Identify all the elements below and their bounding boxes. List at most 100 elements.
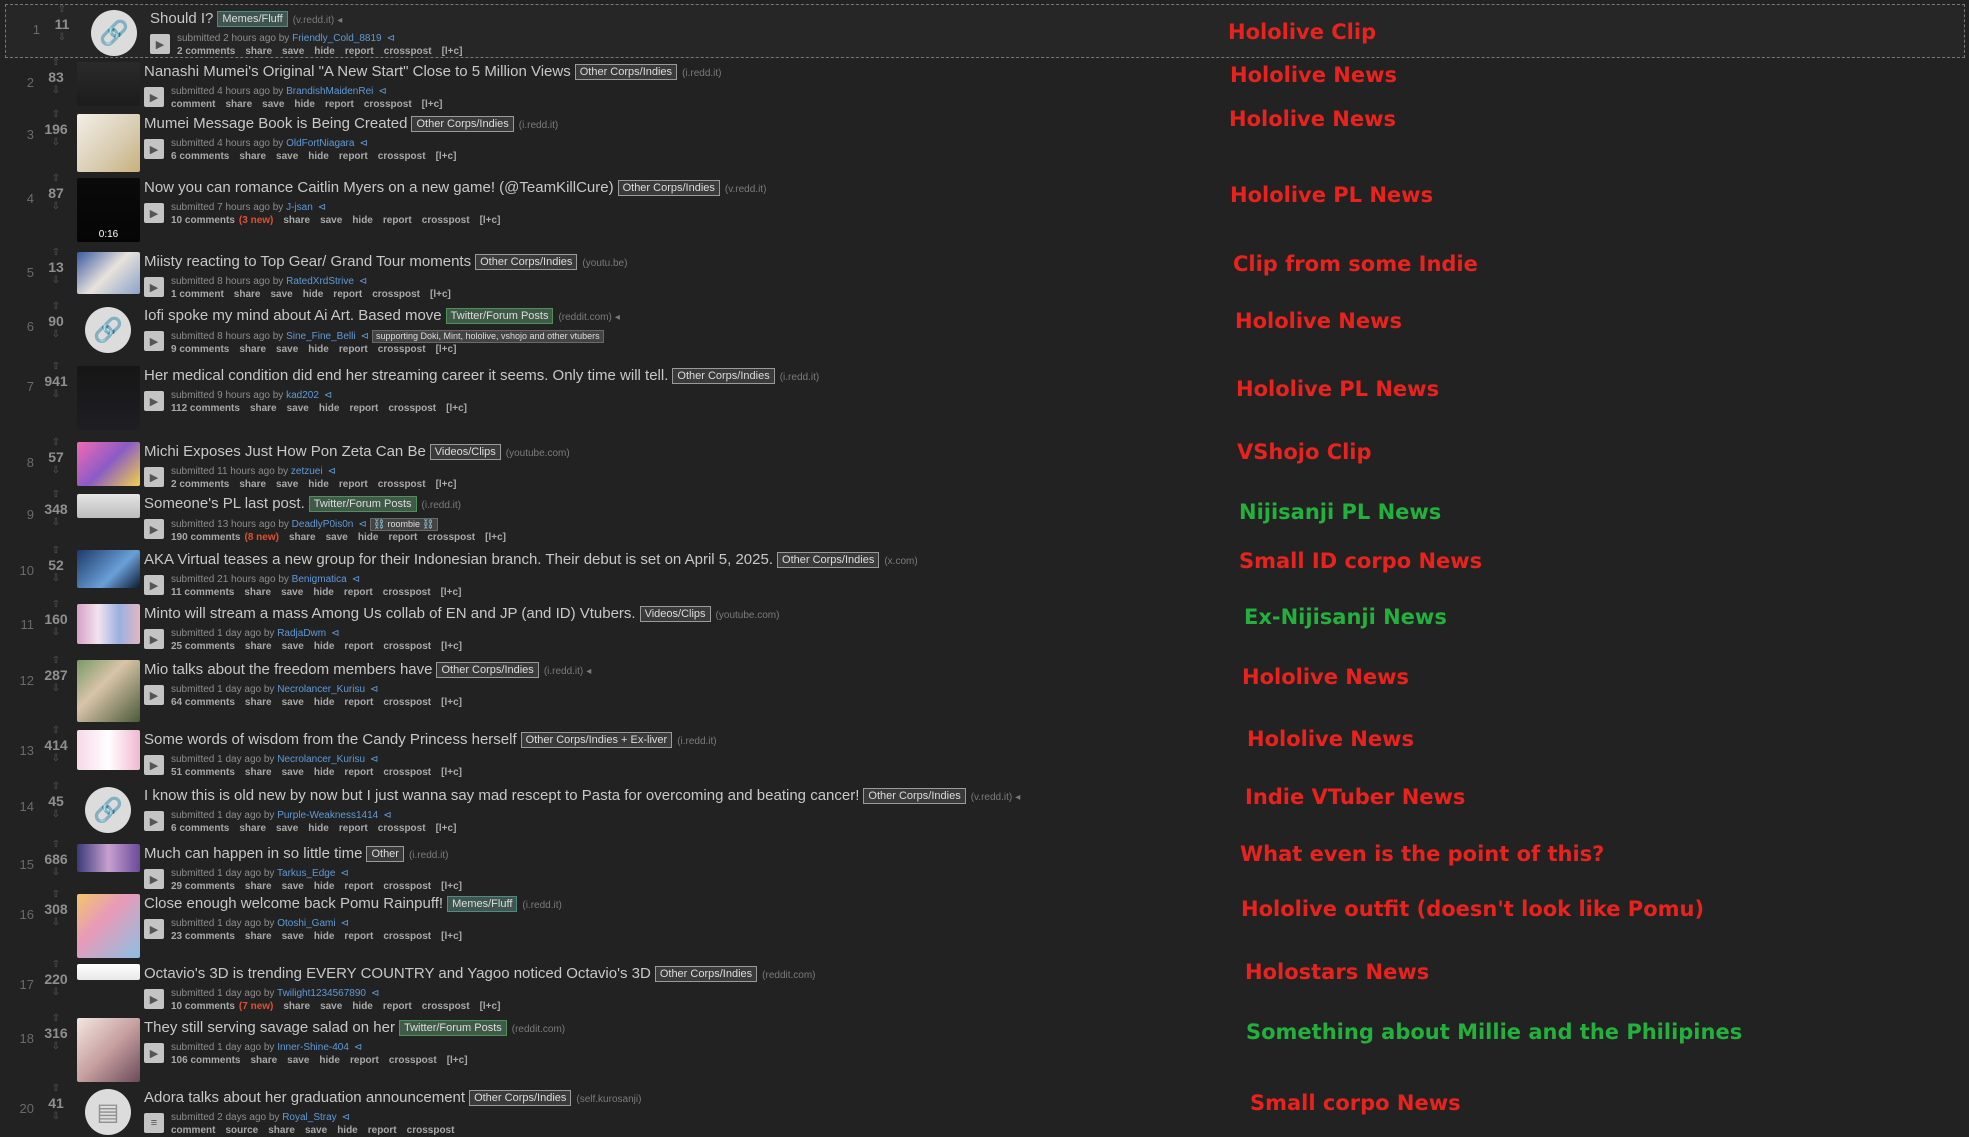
report-button[interactable]: report	[339, 344, 368, 355]
crosspost-button[interactable]: crosspost	[427, 532, 475, 543]
report-button[interactable]: report	[344, 767, 373, 778]
share-arrow-icon[interactable]: ◂	[615, 312, 620, 323]
save-button[interactable]: save	[276, 823, 298, 834]
post-domain[interactable]: (v.redd.it)	[971, 792, 1013, 803]
comments-link[interactable]: 1 comment	[171, 289, 224, 300]
save-button[interactable]: save	[287, 1055, 309, 1066]
post-domain[interactable]: (i.redd.it)	[544, 666, 583, 677]
expando-button[interactable]: ▶	[144, 811, 164, 831]
downvote-arrow-icon[interactable]: ⇩	[40, 628, 72, 638]
crosspost-button[interactable]: crosspost	[389, 1055, 437, 1066]
user-tag-icon[interactable]: ⊲	[354, 1042, 362, 1053]
link-thumbnail-icon[interactable]: 🔗	[85, 787, 131, 833]
link-flair[interactable]: Videos/Clips	[639, 606, 711, 622]
link-flair[interactable]: Memes/Fluff	[447, 896, 518, 912]
post-thumbnail[interactable]	[77, 1018, 140, 1082]
upvote-arrow-icon[interactable]: ⇧	[40, 1014, 72, 1024]
expando-button[interactable]: ≡	[144, 1113, 164, 1133]
share-button[interactable]: share	[289, 532, 316, 543]
hide-button[interactable]: hide	[308, 823, 329, 834]
comments-link[interactable]: 51 comments	[171, 767, 235, 778]
crosspost-button[interactable]: crosspost	[388, 403, 436, 414]
upvote-arrow-icon[interactable]: ⇧	[40, 302, 72, 312]
self-post-thumbnail-icon[interactable]: ▤	[85, 1089, 131, 1135]
expando-button[interactable]: ▶	[144, 1043, 164, 1063]
post-thumbnail[interactable]	[77, 844, 140, 872]
link-flair[interactable]: Memes/Fluff	[217, 11, 288, 27]
upvote-arrow-icon[interactable]: ⇧	[40, 840, 72, 850]
comments-link[interactable]: 2 comments	[177, 46, 235, 57]
share-button[interactable]: share	[239, 479, 266, 490]
hide-button[interactable]: hide	[308, 151, 329, 162]
link-flair[interactable]: Other Corps/Indies + Ex-liver	[520, 732, 673, 748]
post-domain[interactable]: (v.redd.it)	[293, 15, 335, 26]
expando-button[interactable]: ▶	[144, 919, 164, 939]
link-flair[interactable]: Other Corps/Indies	[469, 1090, 572, 1106]
expando-button[interactable]: [l+c]	[441, 697, 462, 708]
user-tag-icon[interactable]: ⊲	[370, 754, 378, 765]
comments-link[interactable]: 9 comments	[171, 344, 229, 355]
expando-button[interactable]: ▶	[144, 331, 164, 351]
crosspost-button[interactable]: crosspost	[422, 1001, 470, 1012]
comments-link[interactable]: 10 comments	[171, 215, 235, 226]
share-button[interactable]: share	[245, 767, 272, 778]
link-flair[interactable]: Twitter/Forum Posts	[398, 1020, 507, 1036]
comments-link[interactable]: comment	[171, 99, 215, 110]
save-button[interactable]: save	[282, 931, 304, 942]
user-tag-icon[interactable]: ⊲	[318, 202, 326, 213]
expando-button[interactable]: [l+c]	[436, 479, 457, 490]
comments-link[interactable]: 25 comments	[171, 641, 235, 652]
author-link[interactable]: Benigmatica	[292, 574, 347, 585]
post-domain[interactable]: (i.redd.it)	[522, 900, 561, 911]
downvote-arrow-icon[interactable]: ⇩	[40, 276, 72, 286]
post-thumbnail[interactable]	[77, 730, 140, 770]
user-tag-icon[interactable]: ⊲	[387, 33, 395, 44]
report-button[interactable]: report	[344, 641, 373, 652]
expando-button[interactable]: [l+c]	[447, 1055, 468, 1066]
user-tag-icon[interactable]: ⊲	[331, 628, 339, 639]
author-link[interactable]: Sine_Fine_Belli	[286, 331, 356, 342]
report-button[interactable]: report	[349, 403, 378, 414]
share-button[interactable]: share	[234, 289, 261, 300]
author-link[interactable]: Twilight1234567890	[277, 988, 366, 999]
post-title-link[interactable]: Should I?	[150, 10, 213, 27]
author-link[interactable]: Inner-Shine-404	[277, 1042, 349, 1053]
post-thumbnail[interactable]	[77, 366, 140, 430]
post-domain[interactable]: (youtube.com)	[716, 610, 780, 621]
expando-button[interactable]: [l+c]	[446, 403, 467, 414]
hide-button[interactable]: hide	[313, 587, 334, 598]
hide-button[interactable]: hide	[308, 479, 329, 490]
hide-button[interactable]: hide	[358, 532, 379, 543]
author-link[interactable]: Otoshi_Gami	[277, 918, 335, 929]
post-domain[interactable]: (x.com)	[884, 556, 917, 567]
report-button[interactable]: report	[368, 1125, 397, 1136]
user-tag-icon[interactable]: ⊲	[340, 868, 348, 879]
downvote-arrow-icon[interactable]: ⇩	[40, 330, 72, 340]
author-link[interactable]: OldFortNiagara	[286, 138, 354, 149]
post-thumbnail[interactable]	[77, 494, 140, 518]
downvote-arrow-icon[interactable]: ⇩	[40, 988, 72, 998]
expando-button[interactable]: ▶	[144, 685, 164, 705]
link-thumbnail-icon[interactable]: 🔗	[85, 307, 131, 353]
hide-button[interactable]: hide	[337, 1125, 358, 1136]
share-button[interactable]: share	[283, 1001, 310, 1012]
comments-link[interactable]: 6 comments	[171, 823, 229, 834]
post-thumbnail[interactable]	[77, 964, 140, 980]
comments-link[interactable]: 6 comments	[171, 151, 229, 162]
share-button[interactable]: share	[268, 1125, 295, 1136]
comments-link[interactable]: 2 comments	[171, 479, 229, 490]
author-link[interactable]: BrandishMaidenRei	[286, 86, 373, 97]
share-button[interactable]: share	[244, 587, 271, 598]
hide-button[interactable]: hide	[352, 215, 373, 226]
upvote-arrow-icon[interactable]: ⇧	[40, 110, 72, 120]
report-button[interactable]: report	[339, 823, 368, 834]
hide-button[interactable]: hide	[294, 99, 315, 110]
share-button[interactable]: share	[250, 403, 277, 414]
post-title-link[interactable]: Mumei Message Book is Being Created	[144, 115, 407, 132]
user-tag-icon[interactable]: ⊲	[361, 331, 369, 342]
post-domain[interactable]: (youtu.be)	[582, 258, 627, 269]
downvote-arrow-icon[interactable]: ⇩	[40, 466, 72, 476]
post-thumbnail[interactable]	[77, 604, 140, 644]
post-title-link[interactable]: I know this is old new by now but I just…	[144, 787, 859, 804]
post-title-link[interactable]: Her medical condition did end her stream…	[144, 367, 668, 384]
